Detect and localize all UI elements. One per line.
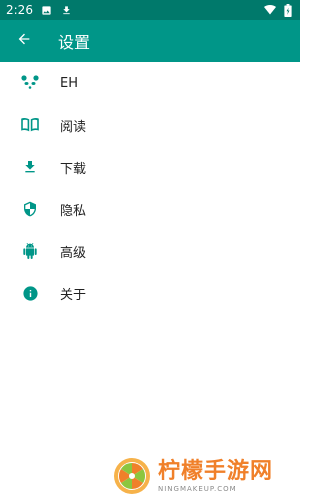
info-icon [0, 272, 60, 314]
status-time: 2:26 [6, 3, 33, 17]
battery-icon [282, 3, 294, 17]
back-button[interactable] [0, 20, 48, 62]
watermark-name: 柠檬手游网 [158, 458, 274, 484]
menu-item-label: 高级 [60, 245, 87, 261]
menu-item-privacy[interactable]: 隐私 [0, 188, 300, 230]
wifi-icon [264, 4, 276, 16]
menu-item-advanced[interactable]: 高级 [0, 230, 300, 272]
menu-item-download[interactable]: 下载 [0, 146, 300, 188]
panda-icon [0, 62, 60, 104]
menu-item-eh[interactable]: EH [0, 62, 300, 104]
menu-item-label: 下载 [60, 161, 87, 177]
lemon-logo-icon [114, 458, 150, 494]
page-title: 设置 [58, 33, 91, 52]
image-icon [41, 4, 53, 16]
watermark: 柠檬手游网 NINGMAKEUP.COM [112, 452, 300, 500]
menu-item-label: 关于 [60, 287, 87, 303]
download-icon [0, 146, 60, 188]
menu-item-label: 阅读 [60, 119, 87, 135]
settings-menu: EH 阅读 下载 隐私 高级 关于 [0, 62, 300, 314]
menu-item-label: EH [60, 75, 78, 91]
watermark-url: NINGMAKEUP.COM [158, 484, 237, 493]
menu-item-label: 隐私 [60, 203, 87, 219]
menu-item-reading[interactable]: 阅读 [0, 104, 300, 146]
app-bar: 设置 [0, 20, 300, 62]
book-icon [0, 104, 60, 146]
status-bar: 2:26 [0, 0, 300, 20]
arrow-left-icon [16, 31, 32, 51]
download-icon [61, 4, 73, 16]
android-icon [0, 230, 60, 272]
shield-icon [0, 188, 60, 230]
menu-item-about[interactable]: 关于 [0, 272, 300, 314]
